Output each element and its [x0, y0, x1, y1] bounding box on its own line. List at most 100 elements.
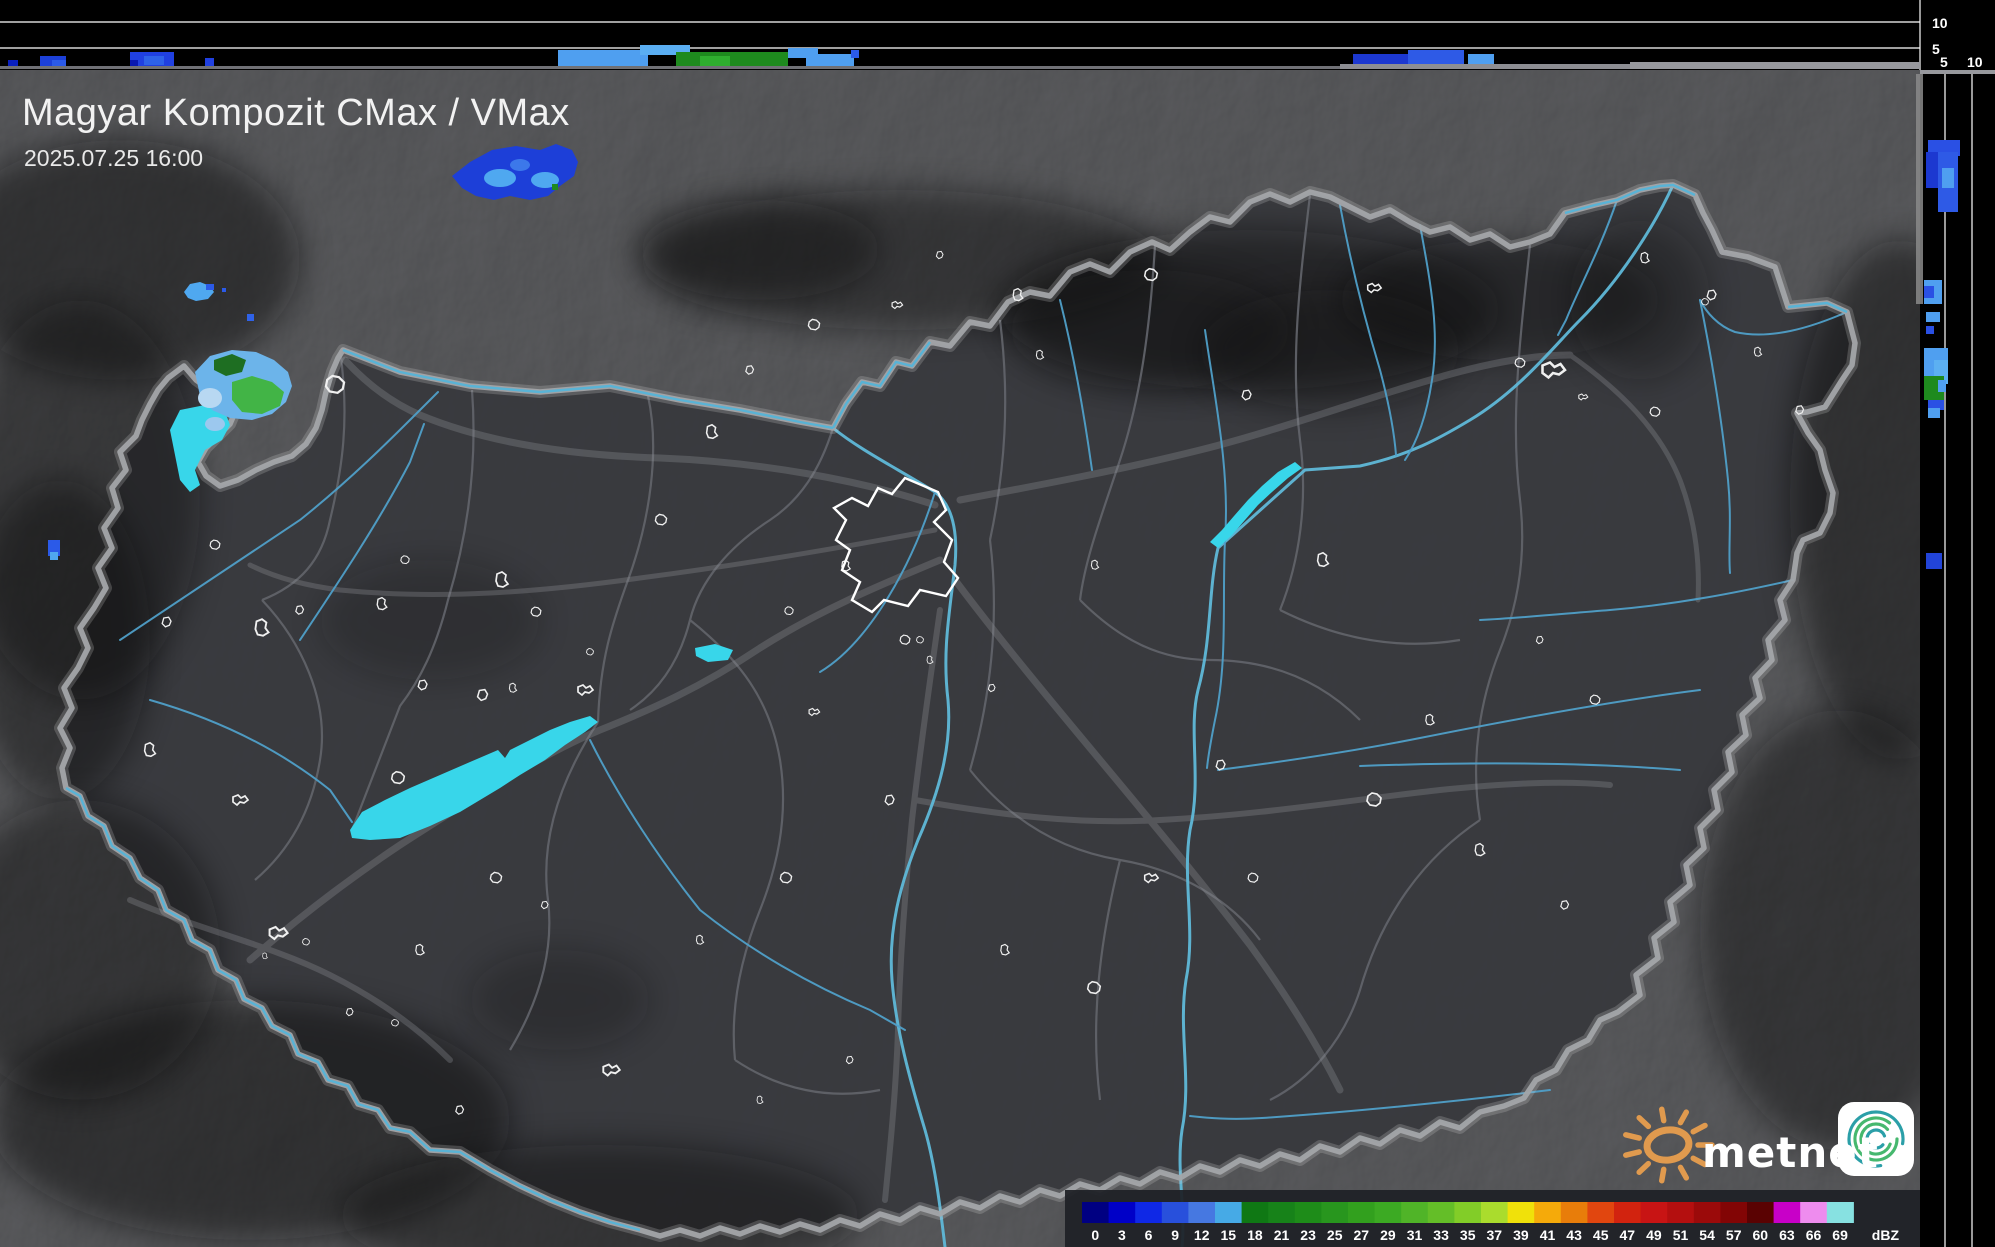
legend-value-label: 69 — [1832, 1227, 1848, 1243]
radar-echo — [206, 284, 214, 290]
legend-value-label: 6 — [1145, 1227, 1153, 1243]
sun-ray — [1658, 1106, 1667, 1124]
legend-color-cell — [1348, 1202, 1376, 1223]
legend-color-cell — [1427, 1202, 1455, 1223]
height-axis-label: 5 — [1932, 41, 1940, 57]
legend-value-label: 23 — [1300, 1227, 1316, 1243]
legend-color-cell — [1321, 1202, 1349, 1223]
legend-color-cell — [1507, 1202, 1535, 1223]
legend-color-cell — [1294, 1202, 1322, 1223]
legend-color-cell — [1481, 1202, 1509, 1223]
legend-value-label: 37 — [1487, 1227, 1503, 1243]
legend-color-cell — [1640, 1202, 1668, 1223]
top-panel-echo — [558, 50, 648, 68]
legend-value-label: 51 — [1673, 1227, 1689, 1243]
legend-color-cell — [1560, 1202, 1588, 1223]
legend-value-label: 12 — [1194, 1227, 1210, 1243]
legend-value-label: 15 — [1221, 1227, 1237, 1243]
top-panel-echo — [700, 56, 730, 66]
legend-value-label: 29 — [1380, 1227, 1396, 1243]
legend-color-cell — [1241, 1202, 1269, 1223]
radar-echo — [510, 159, 530, 171]
map-top-divider — [1340, 64, 1630, 69]
legend-color-cell — [1374, 1202, 1402, 1223]
legend-value-label: 3 — [1118, 1227, 1126, 1243]
right-panel-echo — [1926, 326, 1934, 334]
legend-value-label: 25 — [1327, 1227, 1343, 1243]
legend-unit-label: dBZ — [1872, 1227, 1900, 1243]
top-panel-echo — [130, 60, 138, 67]
right-panel-echo — [1942, 168, 1954, 188]
mountain-shading — [640, 200, 880, 300]
legend-color-cell — [1720, 1202, 1748, 1223]
height-axis-label: 10 — [1932, 15, 1948, 31]
legend-value-label: 63 — [1779, 1227, 1795, 1243]
legend-color-cell — [1135, 1202, 1163, 1223]
right-panel-background — [1920, 70, 1995, 1247]
mountain-shading — [320, 560, 540, 680]
mountain-shading — [1200, 290, 1460, 410]
map-top-divider — [1630, 62, 1920, 69]
map-right-edge — [1916, 74, 1923, 304]
right-panel-echo — [1928, 408, 1940, 418]
right-panel-echo — [1926, 312, 1940, 322]
legend-value-label: 60 — [1753, 1227, 1769, 1243]
legend-color-cell — [1614, 1202, 1642, 1223]
legend-value-label: 27 — [1354, 1227, 1370, 1243]
right-panel-echo — [1938, 380, 1946, 392]
metnet-wordmark: metnet — [1702, 1128, 1879, 1177]
legend-value-label: 39 — [1513, 1227, 1529, 1243]
right-panel-echo — [1924, 286, 1934, 298]
legend-value-label: 0 — [1091, 1227, 1099, 1243]
corner-panel-background — [1920, 0, 1995, 70]
radar-echo — [198, 388, 222, 408]
legend-color-cell — [1587, 1202, 1615, 1223]
mountain-shading — [470, 950, 650, 1050]
top-panel-echo — [676, 52, 788, 68]
radar-echo — [484, 169, 516, 187]
legend-color-cell — [1082, 1202, 1110, 1223]
right-panel-top-edge — [1920, 70, 1995, 74]
legend-value-label: 49 — [1646, 1227, 1662, 1243]
radar-echo — [50, 552, 58, 560]
legend-color-cell — [1108, 1202, 1136, 1223]
radar-app-window: 10 5 5 10 0 3 6 9 12 15 18 21 23 25 27 29 31 33 35 37 39 41 43… — [0, 0, 1995, 1247]
legend-value-label: 9 — [1171, 1227, 1179, 1243]
legend-color-cell — [1773, 1202, 1801, 1223]
legend-value-label: 31 — [1407, 1227, 1423, 1243]
top-panel-echo — [205, 58, 214, 67]
right-panel-echo — [1926, 553, 1942, 569]
legend-value-label: 21 — [1274, 1227, 1290, 1243]
legend-value-label: 18 — [1247, 1227, 1263, 1243]
radar-map-canvas: 1055 100 3 6 9 12 15 18 21 23 25 27 29 31 33 35 37 39 41 43… — [0, 0, 1995, 1247]
legend-value-label: 57 — [1726, 1227, 1742, 1243]
legend-value-label: 33 — [1433, 1227, 1449, 1243]
legend-color-cell — [1161, 1202, 1189, 1223]
timestamp: 2025.07.25 16:00 — [24, 145, 204, 171]
radar-echo — [552, 184, 558, 190]
sun-ray — [1623, 1149, 1642, 1158]
legend-color-cell — [1188, 1202, 1216, 1223]
distance-axis-label: 10 — [1967, 54, 1983, 70]
legend-color-cell — [1667, 1202, 1695, 1223]
radar-echo — [205, 417, 225, 431]
sun-ray — [1658, 1166, 1667, 1184]
distance-axis-label: 5 — [1940, 54, 1948, 70]
legend-value-label: 43 — [1566, 1227, 1582, 1243]
top-panel-echo — [851, 50, 859, 58]
legend-value-label: 66 — [1806, 1227, 1822, 1243]
top-panel-echo — [144, 56, 164, 65]
legend-value-label: 54 — [1699, 1227, 1715, 1243]
legend-color-cell — [1534, 1202, 1562, 1223]
top-panel-background — [0, 0, 1920, 70]
legend-color-cell — [1800, 1202, 1828, 1223]
radar-echo — [222, 288, 226, 292]
legend-color-cell — [1693, 1202, 1721, 1223]
radar-echo — [247, 314, 254, 321]
page-title: Magyar Kompozit CMax / VMax — [22, 92, 570, 134]
legend-color-cell — [1401, 1202, 1429, 1223]
legend-value-label: 35 — [1460, 1227, 1476, 1243]
legend-color-cell — [1454, 1202, 1482, 1223]
top-panel-echo — [1408, 50, 1464, 66]
legend-color-cell — [1268, 1202, 1296, 1223]
